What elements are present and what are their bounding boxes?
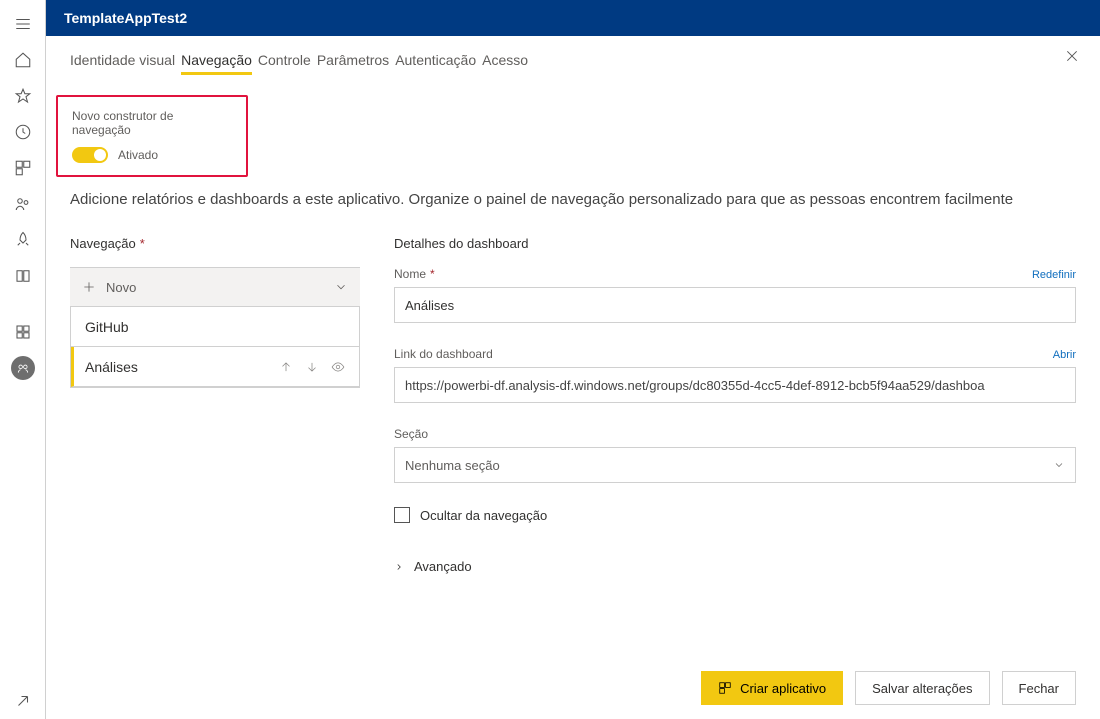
plus-icon [82, 280, 96, 294]
link-label: Link do dashboard [394, 347, 493, 361]
create-app-button[interactable]: Criar aplicativo [701, 671, 843, 705]
tab-control[interactable]: Controle [258, 50, 311, 77]
app-title: TemplateAppTest2 [64, 10, 187, 26]
hide-nav-checkbox[interactable]: Ocultar da navegação [394, 507, 1076, 523]
current-workspace-icon[interactable] [11, 356, 35, 380]
tab-access[interactable]: Acesso [482, 50, 528, 77]
title-bar: TemplateAppTest2 [46, 0, 1100, 36]
menu-icon[interactable] [0, 6, 46, 42]
nav-section-label: Navegação* [70, 236, 360, 251]
details-heading: Detalhes do dashboard [394, 236, 1076, 251]
name-input[interactable] [394, 287, 1076, 323]
chevron-down-icon [334, 280, 348, 294]
open-link[interactable]: Abrir [1053, 349, 1076, 361]
get-data-icon[interactable] [0, 683, 46, 719]
close-button[interactable]: Fechar [1002, 671, 1076, 705]
nav-item-github[interactable]: GitHub [71, 307, 359, 347]
nav-item-analises[interactable]: Análises [71, 347, 359, 387]
advanced-toggle[interactable]: Avançado [394, 559, 1076, 574]
deploy-icon[interactable] [0, 222, 46, 258]
tab-parameters[interactable]: Parâmetros [317, 50, 389, 77]
section-select[interactable]: Nenhuma seção [394, 447, 1076, 483]
reset-name-link[interactable]: Redefinir [1032, 269, 1076, 281]
nav-builder-toggle[interactable] [72, 147, 108, 163]
page-description: Adicione relatórios e dashboards a este … [70, 191, 1076, 208]
new-nav-item-button[interactable]: Novo [70, 267, 360, 307]
move-down-icon[interactable] [305, 360, 319, 374]
apps-icon[interactable] [0, 150, 46, 186]
star-icon[interactable] [0, 78, 46, 114]
tab-authentication[interactable]: Autenticação [395, 50, 476, 77]
tab-navigation[interactable]: Navegação [181, 50, 252, 77]
nav-builder-label: Novo construtor de navegação [72, 109, 232, 137]
nav-builder-state: Ativado [118, 148, 158, 162]
left-nav-rail [0, 0, 46, 719]
home-icon[interactable] [0, 42, 46, 78]
close-icon[interactable] [1064, 48, 1080, 67]
tab-branding[interactable]: Identidade visual [70, 50, 175, 77]
shared-icon[interactable] [0, 186, 46, 222]
name-label: Nome* [394, 267, 435, 281]
app-icon [718, 681, 732, 695]
footer-actions: Criar aplicativo Salvar alterações Fecha… [701, 671, 1076, 705]
recent-icon[interactable] [0, 114, 46, 150]
link-input[interactable] [394, 367, 1076, 403]
learn-icon[interactable] [0, 258, 46, 294]
chevron-down-icon [1053, 459, 1065, 471]
move-up-icon[interactable] [279, 360, 293, 374]
tab-strip: Identidade visual Navegação Controle Par… [70, 50, 1076, 77]
section-label: Seção [394, 427, 428, 441]
nav-builder-highlight: Novo construtor de navegação Ativado [56, 95, 248, 177]
save-button[interactable]: Salvar alterações [855, 671, 989, 705]
checkbox-icon [394, 507, 410, 523]
chevron-right-icon [394, 562, 404, 572]
visibility-icon[interactable] [331, 360, 345, 374]
workspaces-icon[interactable] [0, 314, 46, 350]
